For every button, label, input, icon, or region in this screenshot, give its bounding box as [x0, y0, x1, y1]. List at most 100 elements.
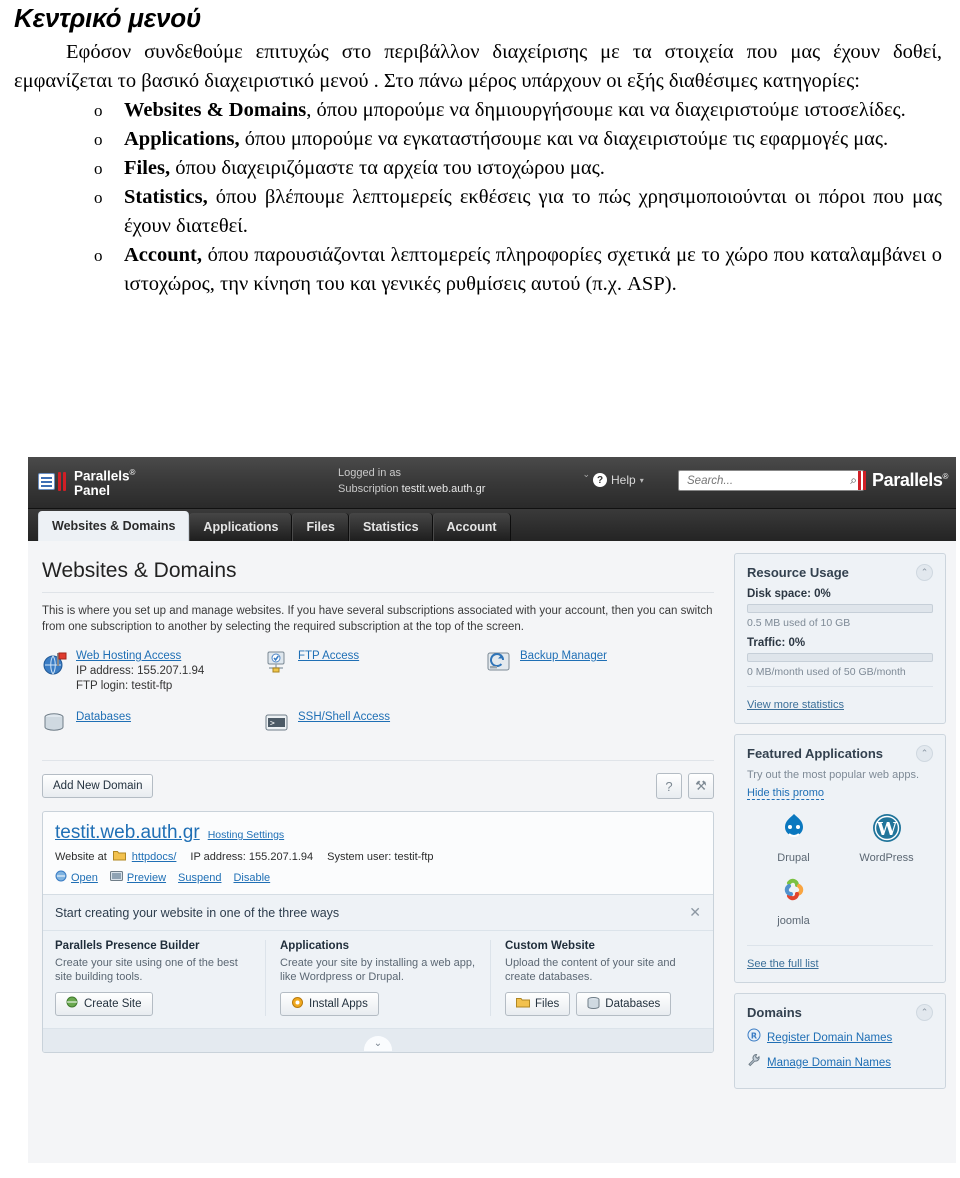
tool-databases[interactable]: Databases — [42, 710, 264, 742]
section-description: This is where you set up and manage webs… — [42, 605, 713, 633]
search-icon[interactable]: ⌕ — [850, 473, 857, 488]
tool-web-hosting-access[interactable]: Web Hosting Access IP address: 155.207.1… — [42, 649, 264, 694]
globe-plus-icon — [66, 996, 79, 1012]
promo-column-custom-website: Custom Website Upload the content of you… — [491, 940, 701, 1016]
panel-header: Parallels® Panel Logged in as Subscripti… — [28, 457, 956, 509]
domain-name-link[interactable]: testit.web.auth.gr — [55, 822, 200, 844]
section-title: Websites & Domains — [42, 559, 237, 582]
page-title: Κεντρικό μενού — [14, 3, 202, 33]
promo-title: Start creating your website in one of th… — [55, 905, 340, 920]
tool-link[interactable]: Backup Manager — [520, 650, 607, 662]
tab-files[interactable]: Files — [292, 513, 349, 541]
list-item: o Account, όπου παρουσιάζονται λεπτομερε… — [94, 241, 942, 299]
see-the-full-list-link[interactable]: See the full list — [747, 958, 819, 970]
subscription-label: Subscription — [338, 483, 399, 495]
chevron-up-icon[interactable]: ⌃ — [916, 1004, 933, 1021]
chevron-down-icon: ▾ — [639, 475, 644, 485]
tools-divider — [42, 760, 714, 761]
files-button[interactable]: Files — [505, 992, 571, 1016]
manage-domain-names-link[interactable]: Manage Domain Names — [767, 1057, 891, 1069]
search-input[interactable] — [685, 473, 851, 488]
chevron-up-icon[interactable]: ⌃ — [916, 745, 933, 762]
tool-backup-manager[interactable]: Backup Manager — [486, 649, 708, 694]
app-name: Drupal — [777, 852, 810, 864]
tab-websites-and-domains[interactable]: Websites & Domains — [38, 511, 190, 541]
tool-link[interactable]: Databases — [76, 711, 131, 723]
create-site-button[interactable]: Create Site — [55, 992, 153, 1016]
register-domain-names-row[interactable]: R Register Domain Names — [747, 1028, 933, 1047]
open-label: Open — [71, 871, 98, 884]
panel-body: Websites & Domains This is where you set… — [28, 541, 956, 1163]
manage-domain-names-row[interactable]: Manage Domain Names — [747, 1053, 933, 1072]
expand-chevron-down-icon[interactable]: ⌄ — [364, 1035, 392, 1051]
promo-column-presence-builder: Parallels Presence Builder Create your s… — [55, 940, 266, 1016]
tool-link[interactable]: FTP Access — [298, 650, 359, 662]
install-apps-button[interactable]: Install Apps — [280, 992, 379, 1016]
list-item-desc: όπου μπορούμε να εγκαταστήσουμε και να δ… — [239, 128, 889, 150]
list-item-desc: όπου διαχειριζόμαστε τα αρχεία του ιστοχ… — [170, 157, 605, 179]
promo-header: Start creating your website in one of th… — [43, 895, 713, 931]
view-more-statistics-link[interactable]: View more statistics — [747, 699, 844, 711]
chevron-down-icon[interactable]: ⌄ — [582, 466, 590, 482]
app-wordpress[interactable]: W WordPress — [840, 811, 933, 864]
resource-usage-panel: Resource Usage ⌃ Disk space: 0% 0.5 MB u… — [734, 553, 946, 724]
domain-actions: Open Preview Suspend Disable — [55, 870, 701, 885]
close-icon[interactable]: ✕ — [689, 904, 701, 921]
domain-action-disable[interactable]: Disable — [233, 872, 270, 884]
promo-column-applications: Applications Create your site by install… — [266, 940, 491, 1016]
domain-action-suspend[interactable]: Suspend — [178, 872, 221, 884]
gear-icon — [291, 996, 304, 1012]
tab-applications[interactable]: Applications — [189, 513, 293, 541]
app-name: WordPress — [859, 852, 914, 864]
app-joomla[interactable]: joomla — [747, 874, 840, 927]
svg-text:>_: >_ — [270, 719, 280, 728]
tool-ftp-access[interactable]: FTP Access — [264, 649, 486, 694]
ip-address-text: IP address: 155.207.1.94 — [76, 665, 205, 677]
parallels-panel-screenshot: Parallels® Panel Logged in as Subscripti… — [28, 457, 956, 1163]
featured-applications-panel: Featured Applications ⌃ Try out the most… — [734, 734, 946, 983]
httpdocs-link[interactable]: httpdocs/ — [132, 851, 177, 863]
hosting-settings-link[interactable]: Hosting Settings — [208, 829, 284, 841]
list-item-term: Account, — [124, 244, 203, 266]
help-menu[interactable]: ? Help ▾ — [593, 473, 644, 487]
promo-column-heading: Custom Website — [505, 940, 595, 952]
app-drupal[interactable]: Drupal — [747, 811, 840, 864]
ftp-access-icon — [264, 649, 298, 694]
tool-link[interactable]: Web Hosting Access — [76, 650, 181, 662]
logo-registered-mark: ® — [129, 468, 136, 477]
domain-action-open[interactable]: Open — [55, 870, 98, 885]
tool-ssh-shell-access[interactable]: >_ SSH/Shell Access — [264, 710, 486, 742]
promo-column-text: Create your site using one of the best s… — [55, 957, 238, 983]
folder-icon — [112, 850, 126, 864]
drupal-icon — [777, 814, 811, 849]
domain-card: testit.web.auth.gr Hosting Settings Websi… — [42, 811, 714, 1053]
promo-column-text: Upload the content of your site and crea… — [505, 957, 676, 983]
preview-label: Preview — [126, 871, 167, 884]
domains-panel: Domains ⌃ R Register Domain Names Manage… — [734, 993, 946, 1089]
search-box[interactable]: ⌕ — [678, 470, 864, 491]
chevron-up-icon[interactable]: ⌃ — [916, 564, 933, 581]
databases-button[interactable]: Databases — [576, 992, 672, 1016]
hide-this-promo-link[interactable]: Hide this promo — [747, 787, 825, 800]
promo-columns: Parallels Presence Builder Create your s… — [43, 931, 713, 1028]
domain-action-preview[interactable]: Preview — [109, 870, 167, 885]
tool-link[interactable]: SSH/Shell Access — [298, 711, 390, 723]
tools-grid: Web Hosting Access IP address: 155.207.1… — [42, 649, 714, 758]
settings-wrench-button[interactable]: ⚒ — [688, 773, 714, 799]
open-globe-icon — [55, 870, 67, 885]
wordpress-icon: W — [870, 814, 904, 849]
list-item-term: Applications, — [124, 128, 240, 150]
list-item: o Statistics, όπου βλέπουμε λεπτομερείς … — [94, 183, 942, 241]
tab-account[interactable]: Account — [432, 513, 511, 541]
joomla-icon — [777, 878, 811, 912]
subscription-selector[interactable]: Logged in as Subscription testit.web.aut… — [338, 465, 590, 497]
intro-paragraph: Εφόσον συνδεθούμε επιτυχώς στο περιβάλλο… — [14, 38, 942, 96]
databases-icon — [42, 710, 76, 742]
domains-title: Domains — [747, 1005, 802, 1020]
help-button[interactable]: ? — [656, 773, 682, 799]
brand-bars-icon — [858, 471, 868, 490]
tab-statistics[interactable]: Statistics — [348, 513, 433, 541]
add-new-domain-button[interactable]: Add New Domain — [42, 774, 154, 798]
register-domain-names-link[interactable]: Register Domain Names — [767, 1032, 892, 1044]
promo-column-text: Create your site by installing a web app… — [280, 957, 476, 983]
